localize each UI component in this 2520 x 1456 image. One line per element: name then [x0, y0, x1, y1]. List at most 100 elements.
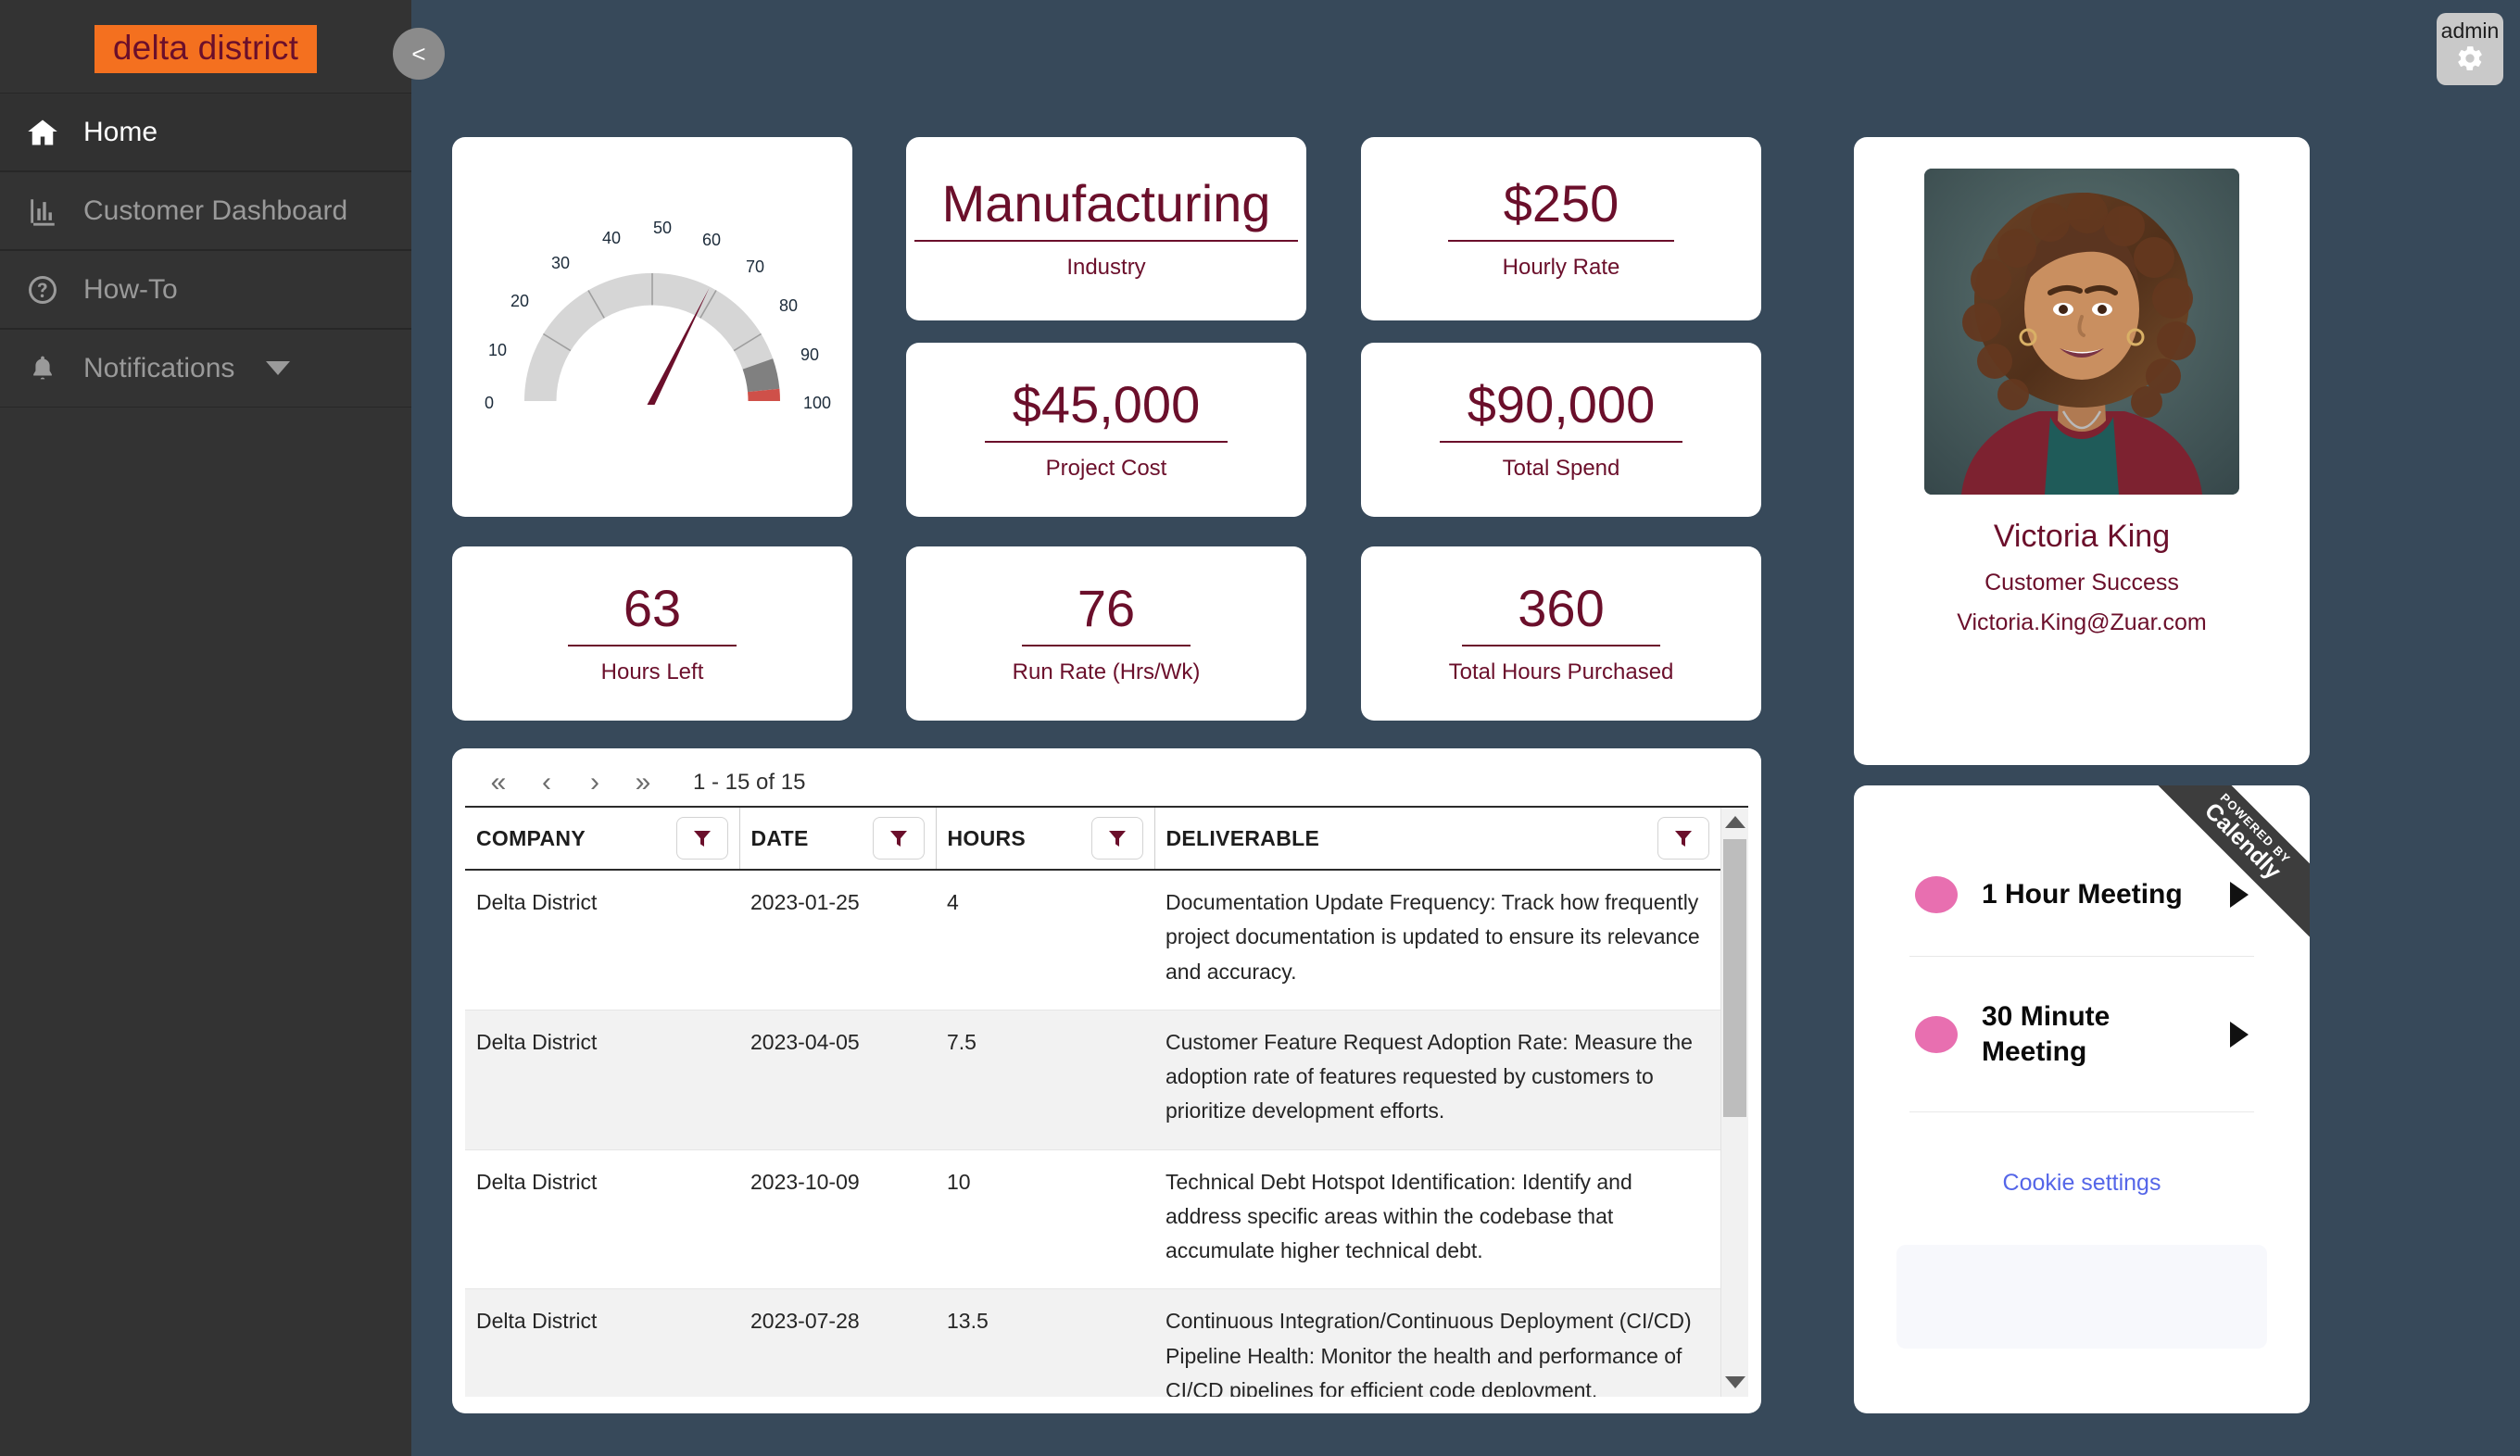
svg-text:50: 50 [653, 219, 672, 237]
filter-button-date[interactable] [872, 817, 925, 860]
kpi-label: Hours Left [600, 659, 704, 685]
cell-hours: 7.5 [936, 1010, 1154, 1150]
profile-role: Customer Success [1984, 570, 2179, 596]
pager-prev-button[interactable]: ‹ [523, 769, 571, 797]
svg-text:10: 10 [488, 341, 507, 359]
brand-container: delta district [0, 0, 411, 93]
main-content: admin 0 10 20 30 40 50 60 70 80 90 100 M… [411, 0, 2520, 1456]
calendly-card: POWERED BY Calendly 1 Hour Meeting 30 Mi… [1854, 785, 2310, 1413]
column-header-company[interactable]: COMPANY [465, 808, 740, 871]
table-row[interactable]: Delta District 2023-01-25 4 Documentatio… [465, 870, 1720, 1010]
filter-icon [889, 831, 907, 847]
brand-logo: delta district [94, 25, 318, 73]
scrollbar-thumb[interactable] [1723, 839, 1746, 1117]
profile-name: Victoria King [1993, 519, 2171, 554]
scroll-down-arrow-icon[interactable] [1724, 1376, 1745, 1388]
column-label: DELIVERABLE [1166, 825, 1320, 850]
svg-text:70: 70 [746, 257, 764, 276]
sidebar-item-notifications[interactable]: Notifications [0, 329, 411, 408]
kpi-card-project-cost: $45,000 Project Cost [906, 343, 1306, 517]
filter-icon [693, 831, 711, 847]
cell-date: 2023-01-25 [739, 870, 936, 1010]
table-pagination: « ‹ › » 1 - 15 of 15 [465, 761, 1748, 806]
profile-email[interactable]: Victoria.King@Zuar.com [1957, 609, 2206, 636]
event-label: 1 Hour Meeting [1982, 879, 2183, 910]
chevron-right-icon [2230, 1021, 2249, 1048]
cell-hours: 4 [936, 870, 1154, 1010]
kpi-value: 76 [1021, 581, 1191, 647]
contact-profile-card: Victoria King Customer Success Victoria.… [1854, 137, 2310, 765]
table-row[interactable]: Delta District 2023-10-09 10 Technical D… [465, 1149, 1720, 1290]
column-label: COMPANY [476, 825, 586, 850]
pager-last-button[interactable]: » [619, 769, 667, 797]
kpi-label: Project Cost [1045, 456, 1167, 482]
calendly-footer-placeholder [1896, 1245, 2267, 1349]
bell-icon [22, 354, 63, 383]
sidebar-empty-area [0, 408, 411, 1456]
kpi-card-total-hours-purchased: 360 Total Hours Purchased [1361, 546, 1761, 721]
cell-deliverable: Continuous Integration/Continuous Deploy… [1154, 1288, 1720, 1397]
pager-next-button[interactable]: › [571, 769, 619, 797]
sidebar: delta district Home Customer Dashboard H… [0, 0, 411, 1456]
scroll-up-arrow-icon[interactable] [1724, 816, 1745, 828]
calendly-event-1-hour-meeting[interactable]: 1 Hour Meeting [1909, 834, 2254, 957]
kpi-card-hourly-rate: $250 Hourly Rate [1361, 137, 1761, 320]
calendly-event-30-minute-meeting[interactable]: 30 Minute Meeting [1909, 957, 2254, 1112]
bar-chart-icon [22, 195, 63, 227]
kpi-card-total-spend: $90,000 Total Spend [1361, 343, 1761, 517]
event-color-dot-icon [1915, 876, 1958, 913]
hours-usage-gauge: 0 10 20 30 40 50 60 70 80 90 100 [485, 219, 831, 412]
cell-deliverable: Technical Debt Hotspot Identification: I… [1154, 1149, 1720, 1290]
sidebar-item-customer-dashboard[interactable]: Customer Dashboard [0, 171, 411, 250]
cell-hours: 10 [936, 1149, 1154, 1290]
table-row[interactable]: Delta District 2023-07-28 13.5 Continuou… [465, 1288, 1720, 1397]
svg-text:60: 60 [702, 231, 721, 249]
column-header-hours[interactable]: HOURS [936, 808, 1155, 871]
admin-settings-button[interactable]: admin [2437, 13, 2503, 85]
cell-company: Delta District [465, 1149, 739, 1290]
kpi-label: Hourly Rate [1502, 255, 1620, 281]
kpi-label: Run Rate (Hrs/Wk) [1012, 659, 1201, 685]
cell-company: Delta District [465, 1010, 739, 1150]
filter-button-hours[interactable] [1090, 817, 1143, 860]
question-circle-icon [22, 273, 63, 307]
column-header-deliverable[interactable]: DELIVERABLE [1154, 808, 1720, 871]
svg-text:100: 100 [803, 394, 831, 412]
table-body: Delta District 2023-01-25 4 Documentatio… [465, 870, 1720, 1397]
table-vertical-scrollbar[interactable] [1720, 808, 1748, 1397]
cell-hours: 13.5 [936, 1288, 1154, 1397]
column-header-date[interactable]: DATE [739, 808, 937, 871]
deliverables-table-card: « ‹ › » 1 - 15 of 15 COMPANY DATE HOURS … [452, 748, 1761, 1413]
table-header-row: COMPANY DATE HOURS DELIVERABLE [465, 808, 1720, 871]
avatar-photo [1924, 169, 2239, 495]
gauge-card: 0 10 20 30 40 50 60 70 80 90 100 [452, 137, 852, 517]
cell-date: 2023-04-05 [739, 1010, 936, 1150]
kpi-value: $45,000 [984, 377, 1228, 444]
kpi-card-run-rate: 76 Run Rate (Hrs/Wk) [906, 546, 1306, 721]
sidebar-collapse-button[interactable]: < [393, 28, 445, 80]
pager-first-button[interactable]: « [474, 769, 523, 797]
event-label: 30 Minute Meeting [1982, 1001, 2110, 1067]
cell-deliverable: Documentation Update Frequency: Track ho… [1154, 870, 1720, 1010]
home-icon [22, 116, 63, 149]
kpi-label: Industry [1066, 255, 1146, 281]
sidebar-item-label: Customer Dashboard [83, 195, 348, 226]
pager-range-label: 1 - 15 of 15 [693, 770, 806, 795]
sidebar-item-how-to[interactable]: How-To [0, 250, 411, 329]
kpi-value: 360 [1462, 581, 1660, 647]
sidebar-item-label: Home [83, 116, 158, 147]
svg-text:0: 0 [485, 394, 494, 412]
filter-button-deliverable[interactable] [1657, 817, 1709, 860]
svg-text:40: 40 [602, 229, 621, 247]
admin-label: admin [2440, 19, 2500, 43]
cookie-settings-link[interactable]: Cookie settings [1909, 1170, 2254, 1197]
sidebar-item-home[interactable]: Home [0, 93, 411, 171]
chevron-right-icon [2230, 882, 2249, 908]
cell-company: Delta District [465, 870, 739, 1010]
filter-icon [1675, 831, 1692, 847]
sidebar-item-label: How-To [83, 273, 178, 305]
table-row[interactable]: Delta District 2023-04-05 7.5 Customer F… [465, 1010, 1720, 1150]
sidebar-item-label: Notifications [83, 352, 235, 383]
filter-button-company[interactable] [675, 817, 728, 860]
chevron-down-icon[interactable] [266, 361, 291, 375]
